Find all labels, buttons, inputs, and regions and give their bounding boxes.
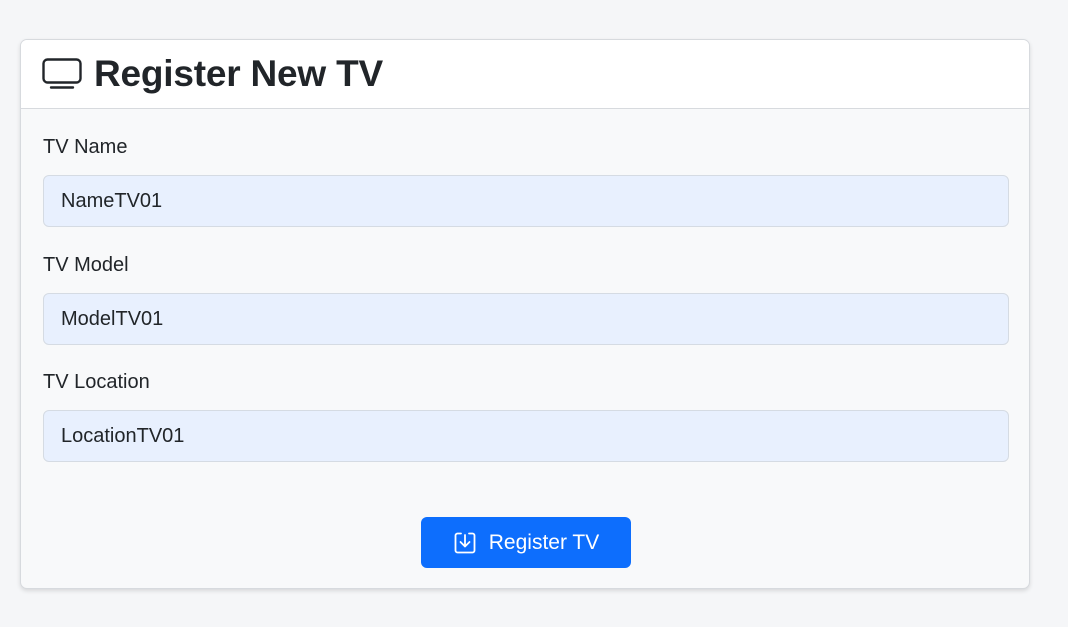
download-box-icon bbox=[453, 531, 477, 555]
tv-location-label: TV Location bbox=[43, 371, 150, 393]
tv-name-input[interactable] bbox=[43, 175, 1009, 227]
tv-model-label: TV Model bbox=[43, 254, 129, 276]
tv-location-input[interactable] bbox=[43, 410, 1009, 462]
tv-icon bbox=[42, 57, 84, 91]
card-header: Register New TV bbox=[21, 40, 1029, 109]
register-tv-button-label: Register TV bbox=[488, 530, 600, 554]
page-title: Register New TV bbox=[94, 53, 383, 94]
tv-name-label: TV Name bbox=[43, 136, 128, 158]
register-tv-button[interactable]: Register TV bbox=[421, 517, 631, 568]
register-tv-card: Register New TV TV Name TV Model TV Loca… bbox=[20, 39, 1030, 589]
tv-model-input[interactable] bbox=[43, 293, 1009, 345]
